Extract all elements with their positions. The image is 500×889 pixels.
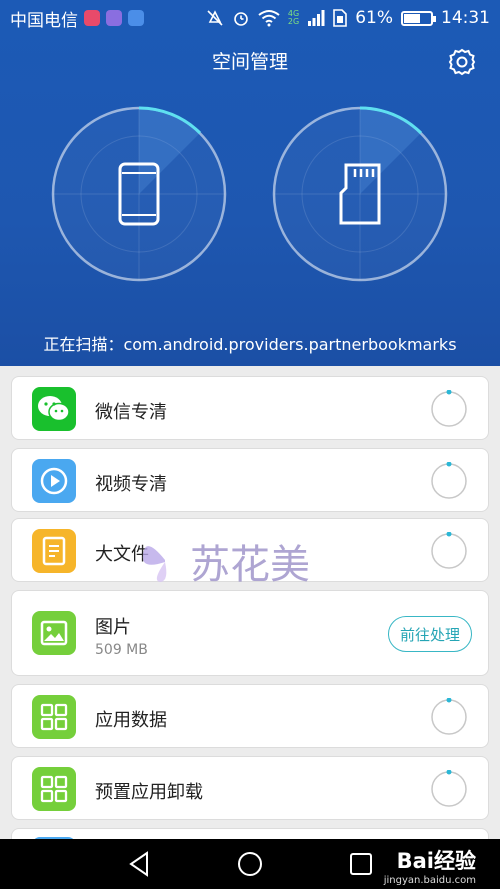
- gear-icon[interactable]: [446, 46, 478, 78]
- sd-card-gauge[interactable]: [271, 105, 449, 283]
- list-item-app-data[interactable]: 应用数据: [11, 684, 489, 748]
- network-type: 4G 2G: [288, 10, 299, 26]
- watermark-text: 苏花美: [190, 542, 310, 588]
- loading-spinner-icon: [431, 698, 467, 735]
- carrier-label: 中国电信: [10, 10, 78, 31]
- watermark: 苏花美: [135, 530, 385, 630]
- list-item-title: 微信专清: [95, 402, 167, 423]
- notification-app-icon: [84, 10, 100, 26]
- grid-icon: [32, 695, 76, 739]
- scan-status: 正在扫描：com.android.providers.partnerbookma…: [43, 335, 457, 354]
- list-item-preinstalled-apps[interactable]: 预置应用卸载: [11, 756, 489, 820]
- baidu-watermark: Bai经验 jingyan.baidu.com: [384, 845, 476, 886]
- video-play-icon: [32, 459, 76, 503]
- loading-spinner-icon: [431, 770, 467, 807]
- wechat-icon: [32, 387, 76, 431]
- loading-spinner-icon: [431, 390, 467, 427]
- list-item-title: 应用数据: [95, 710, 167, 731]
- list-item-title: 图片: [95, 617, 131, 638]
- header-panel: 中国电信 4G 2G 61% 14:31 空间管理 正在扫描：com.andro…: [0, 0, 500, 366]
- mute-icon: [207, 10, 223, 26]
- notification-gallery-icon: [106, 10, 122, 26]
- document-icon: [32, 529, 76, 573]
- page-title: 空间管理: [211, 51, 288, 73]
- process-button[interactable]: 前往处理: [388, 616, 472, 652]
- list-item-wechat-clean[interactable]: 微信专清: [11, 376, 489, 440]
- alarm-icon: [234, 12, 248, 26]
- list-item-title: 视频专清: [95, 474, 167, 495]
- back-icon[interactable]: [125, 849, 155, 879]
- baidu-url: jingyan.baidu.com: [383, 875, 476, 886]
- signal-icon: [308, 10, 325, 26]
- loading-spinner-icon: [431, 462, 467, 499]
- network-2g-label: 2G: [287, 17, 300, 26]
- baidu-brand: Bai经验: [396, 849, 476, 873]
- grid-icon: [32, 767, 76, 811]
- list-item-size: 509 MB: [95, 642, 148, 658]
- wifi-icon: [258, 10, 280, 27]
- battery-percent: 61%: [355, 8, 393, 28]
- list-item-title: 预置应用卸载: [95, 782, 203, 803]
- battery-icon: [401, 10, 436, 26]
- status-bar: 中国电信 4G 2G 61% 14:31: [0, 0, 500, 36]
- battery-fill: [404, 13, 420, 23]
- clock: 14:31: [441, 8, 490, 28]
- title-bar: 空间管理: [0, 44, 500, 80]
- notification-wifi-app-icon: [128, 10, 144, 26]
- sim-icon: [333, 9, 348, 27]
- loading-spinner-icon: [431, 532, 467, 569]
- recent-apps-icon[interactable]: [346, 849, 376, 879]
- phone-storage-gauge[interactable]: [50, 105, 228, 283]
- butterfly-icon: [142, 546, 167, 582]
- image-icon: [32, 611, 76, 655]
- home-icon[interactable]: [235, 849, 265, 879]
- list-item-video-clean[interactable]: 视频专清: [11, 448, 489, 512]
